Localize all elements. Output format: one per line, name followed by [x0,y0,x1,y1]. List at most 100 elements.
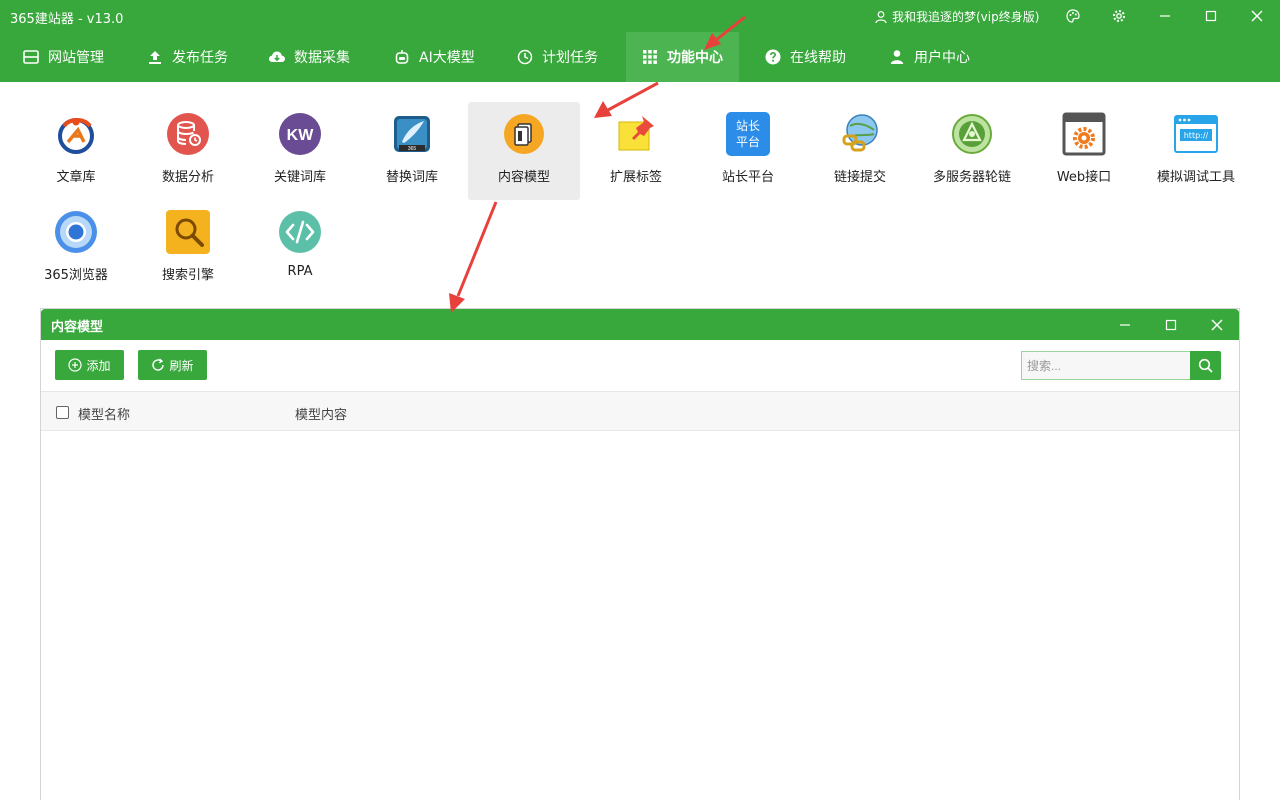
refresh-button-label: 刷新 [169,358,194,373]
menu-scheduled-task[interactable]: 计划任务 [516,32,616,82]
close-icon[interactable] [1245,4,1269,28]
tool-label: 链接提交 [833,170,886,185]
window-icon [22,48,40,66]
svg-text:365: 365 [408,146,417,152]
menu-data-collection[interactable]: 数据采集 [268,32,368,82]
tool-label: 数据分析 [161,170,214,185]
tool-keyword-library[interactable]: KW 关键词库 [244,102,356,200]
tool-article-library[interactable]: 文章库 [20,102,132,200]
table-body [41,431,1239,801]
tool-label: Web接口 [1056,170,1112,185]
window-header: 内容模型 [41,309,1239,340]
table-header: 模型名称 模型内容 [41,391,1239,431]
grid-icon [641,48,659,66]
menu-site-management[interactable]: 网站管理 [22,32,122,82]
clock-icon [516,48,534,66]
tool-label: 文章库 [56,170,96,185]
tool-link-submit[interactable]: 链接提交 [804,102,916,200]
tool-web-api[interactable]: Web接口 [1028,102,1140,200]
robot-icon [393,48,411,66]
question-icon [764,48,782,66]
refresh-button[interactable]: 刷新 [138,350,207,380]
svg-text:平台: 平台 [736,134,760,149]
add-button[interactable]: 添加 [55,350,124,380]
search-icon [1198,358,1213,373]
tool-extension-tags[interactable]: 扩展标签 [580,102,692,200]
tool-search-engine[interactable]: 搜索引擎 [132,200,244,298]
upload-icon [146,48,164,66]
browser-icon [55,211,97,253]
user-outline-icon [875,10,887,23]
menu-label: 网站管理 [48,50,104,66]
tool-data-analysis[interactable]: 数据分析 [132,102,244,200]
web-api-gear-icon [1062,112,1106,156]
tool-webmaster-platform[interactable]: 站长 平台 站长平台 [692,102,804,200]
menu-ai-model[interactable]: AI大模型 [393,32,493,82]
user-account[interactable]: 我和我追逐的梦(vip终身版) [874,8,1039,25]
refresh-icon [152,358,165,371]
menu-label: 发布任务 [172,50,228,66]
user-name: 我和我追逐的梦(vip终身版) [892,10,1040,24]
main-menu-bar: 网站管理 发布任务 数据采集 AI大模型 计划任务 功能中心 在线帮助 用户中心 [0,32,1280,82]
app-title: 365建站器 - v13.0 [10,12,124,27]
menu-user-center[interactable]: 用户中心 [888,32,988,82]
svg-text:http://: http:// [1184,131,1209,140]
tool-label: 模拟调试工具 [1156,170,1235,185]
database-analysis-icon [167,113,209,155]
tool-label: 搜索引擎 [161,268,214,283]
minimize-icon[interactable] [1153,4,1177,28]
menu-publish-task[interactable]: 发布任务 [146,32,246,82]
menu-function-center[interactable]: 功能中心 [626,32,739,82]
pin-tag-icon [618,116,654,151]
tool-http-debug[interactable]: http:// 模拟调试工具 [1140,102,1252,200]
column-header-model-name[interactable]: 模型名称 [78,404,130,423]
svg-text:站长: 站长 [736,119,760,133]
content-model-window: 内容模型 添加 刷新 模型名称 模型内容 [40,308,1240,800]
tool-label: 关键词库 [273,170,326,185]
settings-gear-icon[interactable] [1107,4,1131,28]
tool-label: 内容模型 [497,170,550,185]
code-icon [279,211,321,253]
article-library-icon [58,118,94,154]
menu-label: AI大模型 [419,50,475,66]
column-header-model-content[interactable]: 模型内容 [295,404,347,423]
menu-label: 在线帮助 [790,50,846,66]
arrow-to-window [456,201,498,297]
menu-online-help[interactable]: 在线帮助 [764,32,864,82]
add-button-label: 添加 [86,358,111,373]
multi-server-icon [952,114,992,154]
plus-circle-icon [68,358,83,372]
menu-label: 功能中心 [667,50,723,66]
menu-label: 用户中心 [914,50,970,66]
tool-label: RPA [287,264,313,279]
maximize-icon[interactable] [1199,4,1223,28]
select-all-checkbox[interactable] [56,406,69,419]
cloud-download-icon [268,48,286,66]
tool-rpa[interactable]: RPA [244,200,356,298]
search-button[interactable] [1190,351,1221,380]
tool-content-model[interactable]: 内容模型 [468,102,580,200]
tool-label: 站长平台 [721,170,774,185]
tool-365-browser[interactable]: 365浏览器 [20,200,132,298]
menu-label: 数据采集 [294,50,350,66]
search-input[interactable] [1021,351,1191,380]
http-debug-icon: http:// [1174,115,1218,153]
tool-replace-word-library[interactable]: 365 替换词库 [356,102,468,200]
user-icon [888,48,906,66]
link-submit-icon [842,114,878,152]
replace-word-icon: 365 [394,116,430,152]
content-model-icon [504,114,544,154]
window-title: 内容模型 [51,320,104,335]
menu-label: 计划任务 [542,50,598,66]
svg-text:KW: KW [287,127,315,144]
window-close-icon[interactable] [1204,312,1230,338]
keyword-icon: KW [279,113,321,155]
search-engine-icon [166,210,210,254]
window-minimize-icon[interactable] [1112,312,1138,338]
tool-label: 替换词库 [385,170,438,185]
webmaster-platform-icon: 站长 平台 [726,112,770,156]
tool-label: 多服务器轮链 [932,170,1011,185]
window-maximize-icon[interactable] [1158,312,1184,338]
tool-multi-server-rotation[interactable]: 多服务器轮链 [916,102,1028,200]
theme-palette-icon[interactable] [1061,4,1085,28]
